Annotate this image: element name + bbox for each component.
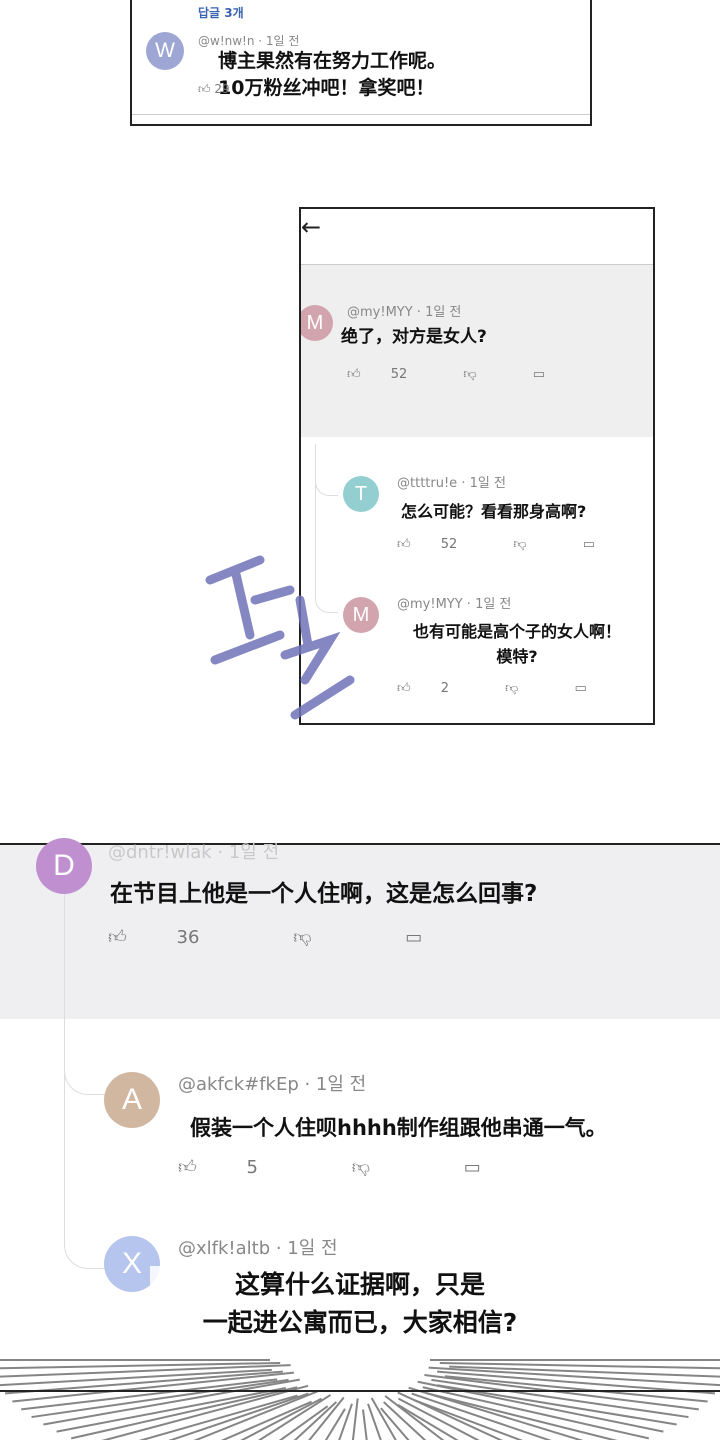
thumbs-down-icon: 👎︎ xyxy=(293,927,312,948)
thumbs-down-icon: 👎︎ xyxy=(463,367,477,382)
reply-button[interactable]: ▭ xyxy=(405,927,466,948)
comment-meta: @xlfk!altb · 1일 전 xyxy=(178,1238,338,1259)
comment-actions: 👍︎ 5 👎︎ ▭ xyxy=(178,1156,569,1178)
like-count: 52 xyxy=(390,367,408,382)
comment-actions: 👍︎ 2 👎︎ ▭ xyxy=(397,681,639,696)
comment-actions: 👍︎ 52 👎︎ ▭ xyxy=(397,537,647,552)
thumbs-down-icon: 👎︎ xyxy=(505,681,519,696)
avatar: T xyxy=(343,476,379,512)
thumbs-up-icon: 👍︎ xyxy=(198,82,211,96)
reply-button[interactable]: ▭ xyxy=(583,537,621,552)
like-count: 2 xyxy=(440,681,450,696)
like-count: 36 xyxy=(176,927,200,948)
lettering-stroke xyxy=(210,630,285,665)
burst-lines xyxy=(0,1359,720,1440)
dislike-button[interactable]: 👎︎ xyxy=(513,537,552,552)
comment-meta: @akfck#fkEp · 1일 전 xyxy=(178,1074,367,1095)
like-button[interactable]: 👍︎ 5 xyxy=(178,1156,302,1178)
replies-link[interactable]: 답글 3개 xyxy=(198,4,244,21)
reply-icon: ▭ xyxy=(405,927,423,948)
avatar: W xyxy=(146,32,184,70)
highlighted-comment xyxy=(301,265,653,437)
comment-actions: 👍︎ 52 👎︎ ▭ xyxy=(347,367,597,382)
comment-text-line: 10万粉丝冲吧！拿奖吧！ xyxy=(218,77,435,99)
thumbs-up-icon: 👍︎ xyxy=(397,537,411,552)
like-button[interactable]: 👍︎ 2 xyxy=(397,681,475,696)
thumbs-up-icon: 👍︎ xyxy=(397,681,411,696)
sound-effect-lettering xyxy=(205,555,355,720)
thumbs-up-icon: 👍︎ xyxy=(108,927,127,948)
lettering-stroke xyxy=(230,565,255,640)
like-count: 29 xyxy=(214,82,230,96)
dislike-button[interactable]: 👎︎ xyxy=(505,681,544,696)
speech-bubble-line: 这算什么证据啊，只是 xyxy=(234,1270,485,1299)
like-count: 52 xyxy=(440,537,458,552)
comment-text-line: 也有可能是高个子的女人啊！ xyxy=(412,622,621,641)
like-button[interactable]: 👍︎ 52 xyxy=(397,537,483,552)
thread-connector xyxy=(64,1212,105,1269)
divider xyxy=(132,114,590,115)
dislike-button[interactable]: 👎︎ xyxy=(463,367,502,382)
reply-button[interactable]: ▭ xyxy=(464,1157,525,1178)
like-button[interactable]: 👍︎ 36 xyxy=(108,926,243,948)
lettering-stroke xyxy=(290,675,355,720)
reply-icon: ▭ xyxy=(532,367,546,382)
thumbs-up-icon: 👍︎ xyxy=(347,367,361,382)
comment-meta: @ttttru!e · 1일 전 xyxy=(397,476,506,491)
reply-icon: ▭ xyxy=(574,681,587,696)
reply-button[interactable]: ▭ xyxy=(533,367,571,382)
lettering-stroke xyxy=(280,631,341,685)
comment-text: 也有可能是高个子的女人啊！ 模特? xyxy=(389,619,645,669)
comment-text: 博主果然有在努力工作呢。 10万粉丝冲吧！拿奖吧！ xyxy=(218,48,446,102)
comment-text: 假装一个人住呗hhhh制作组跟他串通一气。 xyxy=(190,1116,607,1140)
dislike-button[interactable]: 👎︎ xyxy=(293,926,355,948)
comment-actions: 👍︎ 36 👎︎ ▭ xyxy=(108,926,510,948)
comment-meta: @w!nw!n · 1일 전 xyxy=(198,34,300,48)
lettering-stroke xyxy=(295,595,313,650)
comment-text: 在节目上他是一个人住啊，这是怎么回事? xyxy=(110,881,538,907)
reply-icon: ▭ xyxy=(463,1157,481,1178)
burst-line xyxy=(56,1387,286,1433)
thumbs-up-icon: 👍︎ xyxy=(178,1157,197,1178)
like-button[interactable]: 👍︎ 52 xyxy=(347,367,433,382)
avatar: D xyxy=(36,838,92,894)
reply-icon: ▭ xyxy=(582,537,596,552)
dislike-button[interactable]: 👎︎ xyxy=(352,1156,414,1178)
like-button[interactable]: 👍︎ 29 xyxy=(198,82,230,97)
comment-meta: @my!MYY · 1일 전 xyxy=(347,305,462,320)
thread-connector xyxy=(64,1040,105,1095)
comment-text: 怎么可能？看看那身高啊? xyxy=(401,502,587,521)
back-arrow-icon[interactable]: ← xyxy=(301,213,321,241)
thread-connector xyxy=(315,471,338,496)
comment-text-line: 模特? xyxy=(496,647,538,666)
comment-text: 绝了，对方是女人? xyxy=(341,327,487,347)
thumbs-down-icon: 👎︎ xyxy=(351,1157,371,1178)
comment-text-line: 博主果然有在努力工作呢。 xyxy=(218,50,447,72)
lettering-stroke xyxy=(250,585,295,605)
comment-meta: @my!MYY · 1일 전 xyxy=(397,597,512,612)
comment-meta: @dntr!wlak · 1일 전 xyxy=(108,842,280,863)
reply-button[interactable]: ▭ xyxy=(575,681,613,696)
avatar: A xyxy=(104,1072,160,1128)
like-count: 5 xyxy=(246,1157,258,1178)
panel-top-comment: 답글 3개 W @w!nw!n · 1일 전 博主果然有在努力工作呢。 10万粉… xyxy=(130,0,592,126)
thumbs-down-icon: 👎︎ xyxy=(513,537,527,552)
